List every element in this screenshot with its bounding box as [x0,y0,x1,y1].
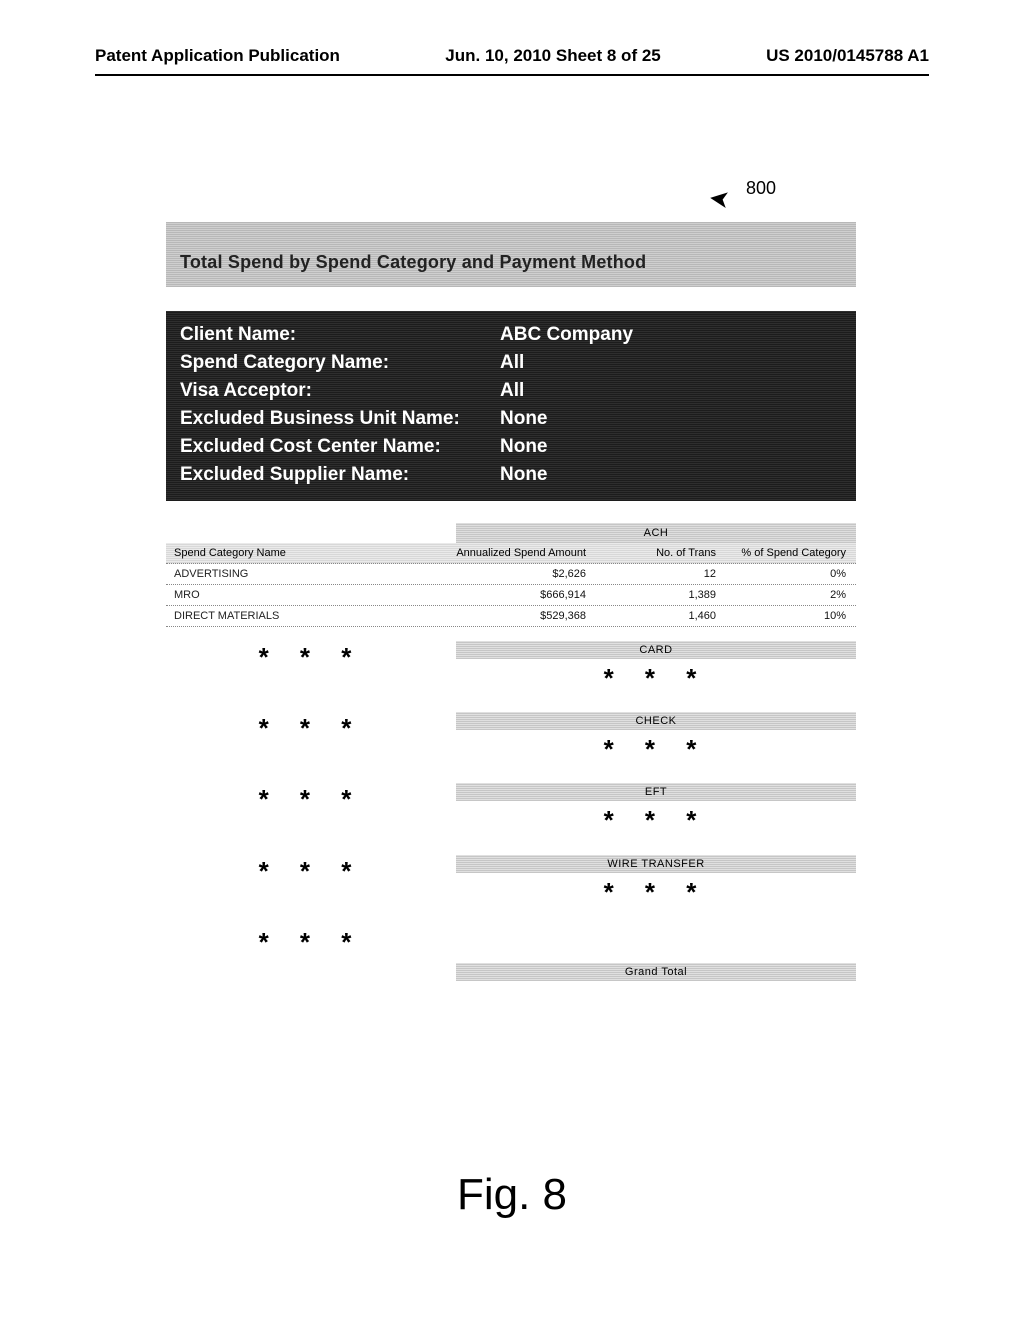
cell-annualized: $529,368 [456,610,586,622]
cell-category: DIRECT MATERIALS [174,610,456,622]
grand-total-row: . Grand Total [166,963,856,992]
param-value: None [500,405,842,433]
omitted-row: * * * [166,926,856,955]
ellipsis-icon: * * * [166,783,456,812]
cell-category: ADVERTISING [174,568,456,580]
param-label: Visa Acceptor: [180,377,500,405]
header-rule [95,74,929,76]
param-value: All [500,349,842,377]
param-row: Client Name: ABC Company [180,321,842,349]
ellipsis-icon: * * * [166,641,456,670]
col-trans: No. of Trans [586,547,716,559]
param-value: ABC Company [500,321,842,349]
omitted-row: * * * WIRE TRANSFER * * * [166,855,856,918]
section-header: CHECK [456,712,856,730]
param-value: None [500,461,842,489]
header-left: Patent Application Publication [95,46,340,66]
ellipsis-icon: * * * [456,659,856,704]
param-label: Spend Category Name: [180,349,500,377]
ellipsis-icon: * * * [456,730,856,775]
header-right: US 2010/0145788 A1 [766,46,929,66]
spend-table: ACH Spend Category Name Annualized Spend… [166,523,856,627]
grand-total-header: Grand Total [456,963,856,981]
param-row: Excluded Cost Center Name: None [180,433,842,461]
cell-annualized: $2,626 [456,568,586,580]
table-row: MRO $666,914 1,389 2% [166,585,856,606]
table-column-headers: Spend Category Name Annualized Spend Amo… [166,543,856,564]
section-header: EFT [456,783,856,801]
section-header: WIRE TRANSFER [456,855,856,873]
cell-pct: 10% [716,610,846,622]
param-row: Visa Acceptor: All [180,377,842,405]
param-label: Client Name: [180,321,500,349]
cell-trans: 12 [586,568,716,580]
omitted-sections: * * * CARD * * * * * * CHECK * * * * * *… [166,641,856,992]
omitted-row: * * * EFT * * * [166,783,856,846]
col-annualized: Annualized Spend Amount [456,547,586,559]
document-header: Patent Application Publication Jun. 10, … [95,46,929,66]
table-row: DIRECT MATERIALS $529,368 1,460 10% [166,606,856,627]
param-value: None [500,433,842,461]
cell-category: MRO [174,589,456,601]
omitted-row: * * * CHECK * * * [166,712,856,775]
param-row: Spend Category Name: All [180,349,842,377]
param-row: Excluded Business Unit Name: None [180,405,842,433]
ellipsis-icon: * * * [456,873,856,918]
reference-arrow-icon: ➤ [708,185,730,213]
ellipsis-icon: * * * [456,801,856,846]
ellipsis-icon: * * * [166,926,456,955]
cell-pct: 2% [716,589,846,601]
cell-trans: 1,389 [586,589,716,601]
report-title: Total Spend by Spend Category and Paymen… [166,222,856,287]
table-group-header: ACH [456,523,856,543]
param-label: Excluded Business Unit Name: [180,405,500,433]
cell-annualized: $666,914 [456,589,586,601]
ellipsis-icon: * * * [166,712,456,741]
figure-caption: Fig. 8 [0,1170,1024,1220]
cell-trans: 1,460 [586,610,716,622]
header-mid: Jun. 10, 2010 Sheet 8 of 25 [445,46,660,66]
omitted-row: * * * CARD * * * [166,641,856,704]
cell-pct: 0% [716,568,846,580]
param-row: Excluded Supplier Name: None [180,461,842,489]
param-label: Excluded Supplier Name: [180,461,500,489]
table-row: ADVERTISING $2,626 12 0% [166,564,856,585]
ellipsis-icon: * * * [166,855,456,884]
col-category: Spend Category Name [174,547,456,559]
figure-reference-number: 800 [746,178,776,199]
section-header: CARD [456,641,856,659]
col-pct: % of Spend Category [716,547,846,559]
report-parameters: Client Name: ABC Company Spend Category … [166,311,856,501]
param-value: All [500,377,842,405]
param-label: Excluded Cost Center Name: [180,433,500,461]
